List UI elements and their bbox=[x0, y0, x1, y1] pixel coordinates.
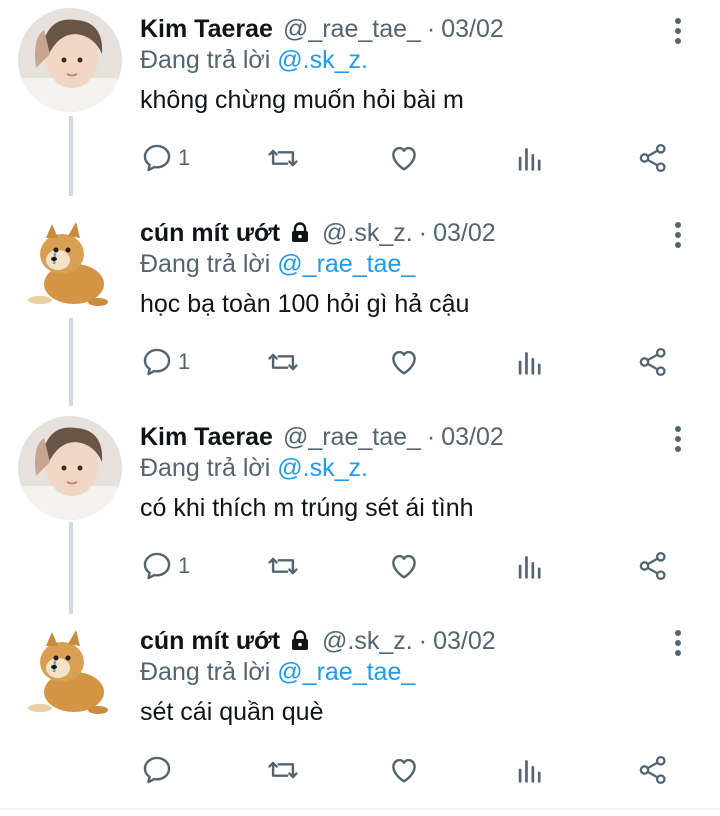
tweet[interactable]: cún mít ướt @.sk_z. · 03/02 Đang trả lời… bbox=[0, 204, 720, 408]
reply-icon bbox=[143, 144, 171, 172]
tweet-text: có khi thích m trúng sét ái tình bbox=[140, 494, 474, 522]
user-handle[interactable]: @.sk_z. bbox=[322, 219, 413, 248]
analytics-button[interactable] bbox=[513, 546, 547, 586]
divider bbox=[0, 808, 720, 810]
avatar[interactable] bbox=[18, 212, 122, 316]
display-name[interactable]: Kim Taerae bbox=[140, 15, 273, 44]
retweet-icon bbox=[268, 353, 298, 371]
reply-count: 1 bbox=[178, 145, 191, 170]
analytics-icon bbox=[518, 556, 541, 579]
replying-to-handle[interactable]: @.sk_z. bbox=[277, 46, 368, 74]
share-button[interactable] bbox=[636, 342, 670, 382]
reply-icon bbox=[143, 552, 171, 580]
tweet[interactable]: Kim Taerae @_rae_tae_ · 03/02 Đang trả l… bbox=[0, 0, 720, 204]
retweet-button[interactable] bbox=[266, 138, 300, 178]
separator-dot: · bbox=[426, 14, 436, 43]
like-icon bbox=[392, 758, 416, 783]
retweet-button[interactable] bbox=[266, 750, 300, 790]
more-icon[interactable] bbox=[668, 222, 688, 252]
more-icon[interactable] bbox=[668, 18, 688, 48]
avatar[interactable] bbox=[18, 620, 122, 724]
reply-count: 1 bbox=[178, 553, 191, 578]
like-icon bbox=[392, 146, 416, 171]
action-bar: 1 bbox=[140, 546, 700, 586]
tweet[interactable]: Kim Taerae @_rae_tae_ · 03/02 Đang trả l… bbox=[0, 408, 720, 612]
lock-icon bbox=[288, 221, 312, 245]
action-bar bbox=[140, 750, 700, 790]
replying-prefix: Đang trả lời bbox=[140, 658, 271, 686]
replying-to-handle[interactable]: @_rae_tae_ bbox=[277, 658, 415, 686]
tweet-date[interactable]: 03/02 bbox=[441, 423, 504, 452]
separator-dot: · bbox=[418, 218, 428, 247]
retweet-icon bbox=[268, 761, 298, 779]
reply-button[interactable]: 1 bbox=[140, 546, 190, 586]
avatar[interactable] bbox=[18, 416, 122, 520]
like-button[interactable] bbox=[387, 342, 421, 382]
reply-icon bbox=[143, 348, 171, 376]
share-icon bbox=[639, 347, 666, 377]
analytics-button[interactable] bbox=[513, 750, 547, 790]
replying-to: Đang trả lời @.sk_z. bbox=[140, 46, 368, 75]
action-bar: 1 bbox=[140, 138, 700, 178]
share-icon bbox=[639, 143, 666, 173]
more-icon[interactable] bbox=[668, 426, 688, 456]
tweet-date[interactable]: 03/02 bbox=[433, 219, 496, 248]
replying-prefix: Đang trả lời bbox=[140, 454, 271, 482]
analytics-icon bbox=[518, 760, 541, 783]
share-button[interactable] bbox=[636, 750, 670, 790]
analytics-icon bbox=[518, 148, 541, 171]
reply-button[interactable] bbox=[140, 750, 178, 790]
more-icon[interactable] bbox=[668, 630, 688, 660]
separator-dot: · bbox=[426, 422, 436, 451]
action-bar: 1 bbox=[140, 342, 700, 382]
tweet-date[interactable]: 03/02 bbox=[433, 627, 496, 656]
display-name[interactable]: Kim Taerae bbox=[140, 423, 273, 452]
retweet-icon bbox=[268, 557, 298, 575]
tweet[interactable]: cún mít ướt @.sk_z. · 03/02 Đang trả lời… bbox=[0, 612, 720, 816]
like-icon bbox=[392, 554, 416, 579]
replying-to: Đang trả lời @_rae_tae_ bbox=[140, 658, 415, 687]
like-button[interactable] bbox=[387, 546, 421, 586]
tweet-date[interactable]: 03/02 bbox=[441, 15, 504, 44]
analytics-button[interactable] bbox=[513, 138, 547, 178]
replying-to-handle[interactable]: @.sk_z. bbox=[277, 454, 368, 482]
share-button[interactable] bbox=[636, 546, 670, 586]
share-icon bbox=[639, 551, 666, 581]
share-button[interactable] bbox=[636, 138, 670, 178]
retweet-icon bbox=[268, 149, 298, 167]
reply-count: 1 bbox=[178, 349, 191, 374]
separator-dot: · bbox=[418, 626, 428, 655]
user-handle[interactable]: @_rae_tae_ bbox=[283, 15, 421, 44]
retweet-button[interactable] bbox=[266, 342, 300, 382]
user-handle[interactable]: @.sk_z. bbox=[322, 627, 413, 656]
replying-to: Đang trả lời @.sk_z. bbox=[140, 454, 368, 483]
replying-prefix: Đang trả lời bbox=[140, 250, 271, 278]
like-icon bbox=[392, 350, 416, 375]
replying-to: Đang trả lời @_rae_tae_ bbox=[140, 250, 415, 279]
replying-prefix: Đang trả lời bbox=[140, 46, 271, 74]
reply-button[interactable]: 1 bbox=[140, 342, 190, 382]
analytics-button[interactable] bbox=[513, 342, 547, 382]
tweet-text: sét cái quần què bbox=[140, 698, 324, 726]
reply-icon bbox=[143, 756, 171, 784]
display-name[interactable]: cún mít ướt bbox=[140, 219, 280, 248]
share-icon bbox=[639, 755, 666, 785]
user-handle[interactable]: @_rae_tae_ bbox=[283, 423, 421, 452]
lock-icon bbox=[288, 629, 312, 653]
tweet-text: không chừng muốn hỏi bài m bbox=[140, 86, 464, 114]
retweet-button[interactable] bbox=[266, 546, 300, 586]
tweet-text: học bạ toàn 100 hỏi gì hả cậu bbox=[140, 290, 470, 318]
like-button[interactable] bbox=[387, 750, 421, 790]
reply-button[interactable]: 1 bbox=[140, 138, 190, 178]
replying-to-handle[interactable]: @_rae_tae_ bbox=[277, 250, 415, 278]
display-name[interactable]: cún mít ướt bbox=[140, 627, 280, 656]
like-button[interactable] bbox=[387, 138, 421, 178]
analytics-icon bbox=[518, 352, 541, 375]
avatar[interactable] bbox=[18, 8, 122, 112]
